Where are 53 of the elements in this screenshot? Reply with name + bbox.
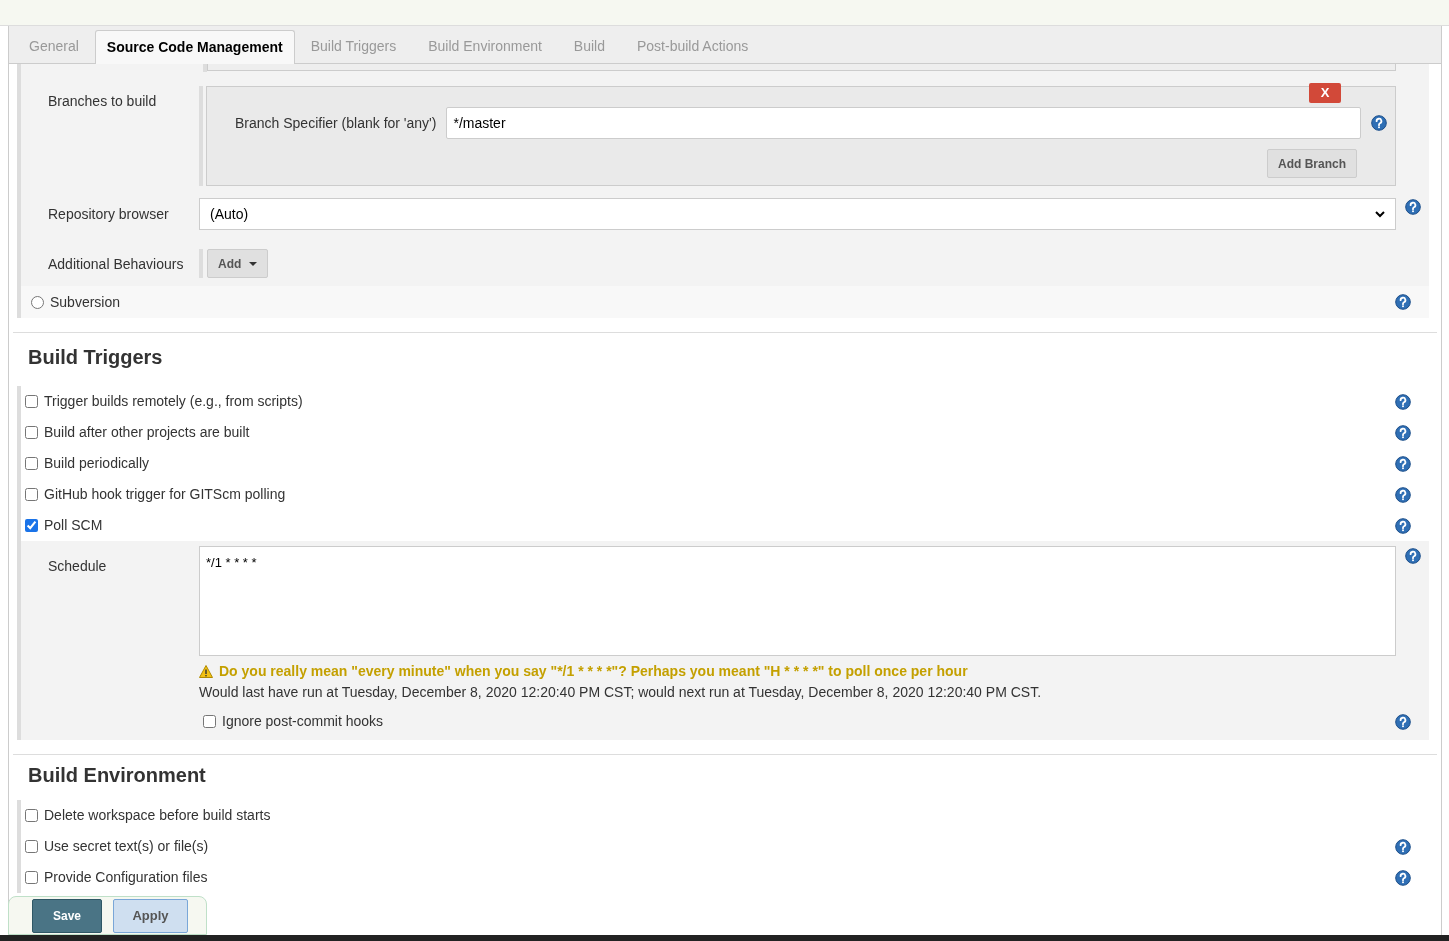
add-branch-button[interactable]: Add Branch	[1267, 149, 1357, 178]
info-message: Would last have run at Tuesday, December 8, 2020 12:20:40 PM CST; would next run at Tuesday, December 8, 2020 12:20:40 PM CST.	[199, 683, 1043, 702]
help-icon[interactable]	[1404, 548, 1421, 564]
help-icon[interactable]	[1371, 115, 1387, 131]
help-icon[interactable]	[1395, 393, 1411, 410]
checkbox[interactable]	[25, 488, 38, 501]
repository-browser-select[interactable]: (Auto)	[199, 198, 1396, 230]
checkbox[interactable]	[203, 715, 216, 728]
option-label: Use secret text(s) or file(s)	[44, 837, 209, 856]
warning-message: Do you really mean "every minute" when you say "*/1 * * * *"? Perhaps you meant "H * * * *" to poll once per hour	[219, 662, 968, 681]
help-icon[interactable]	[1395, 294, 1411, 310]
field-label: Additional Behaviours	[48, 255, 184, 272]
caret-icon	[249, 261, 258, 266]
checkbox[interactable]	[25, 457, 38, 470]
checkbox[interactable]	[25, 840, 38, 853]
option-label: Poll SCM	[44, 516, 103, 535]
option-label: Ignore post-commit hooks	[222, 712, 384, 731]
checkbox[interactable]	[25, 395, 38, 408]
save-button[interactable]: Save	[32, 899, 102, 933]
add-button[interactable]: Add	[207, 249, 269, 278]
schedule-field[interactable]: */1 * * * *	[199, 546, 1396, 656]
option-label: Delete workspace before build starts	[44, 806, 271, 825]
help-icon[interactable]	[1395, 517, 1411, 534]
option-label: Subversion	[50, 292, 121, 312]
option-label: Build after other projects are built	[44, 423, 250, 442]
help-icon[interactable]	[1395, 455, 1411, 472]
field-label: Branches to build	[48, 93, 157, 109]
section-heading: Build Triggers	[28, 346, 163, 368]
help-icon[interactable]	[1404, 199, 1421, 215]
checkbox[interactable]	[25, 809, 38, 822]
checkbox[interactable]	[25, 871, 38, 884]
help-icon[interactable]	[1395, 713, 1411, 730]
option-label: Build periodically	[44, 454, 150, 473]
section-heading: Build Environment	[28, 764, 206, 786]
field-label: Branch Specifier (blank for 'any')	[235, 113, 437, 133]
apply-button[interactable]: Apply	[113, 899, 188, 933]
checkbox[interactable]	[25, 519, 38, 532]
chevron-down-icon	[1375, 210, 1385, 218]
radio-button[interactable]	[31, 295, 44, 309]
help-icon[interactable]	[1395, 869, 1411, 886]
option-label: Trigger builds remotely (e.g., from scripts)	[44, 392, 303, 411]
checkbox[interactable]	[25, 426, 38, 439]
tab[interactable]: Source Code Management	[94, 30, 295, 64]
help-icon[interactable]	[1395, 486, 1411, 503]
delete-button[interactable]: X	[1309, 83, 1341, 103]
option-label: GitHub hook trigger for GITScm polling	[44, 485, 286, 504]
option-label: Provide Configuration files	[44, 868, 208, 887]
warning-icon	[199, 665, 213, 678]
field-label: Repository browser	[48, 206, 169, 222]
help-icon[interactable]	[1395, 838, 1411, 855]
branch-specifier-field[interactable]: */master	[446, 107, 1361, 139]
field-label: Schedule	[48, 558, 107, 574]
help-icon[interactable]	[1395, 424, 1411, 441]
